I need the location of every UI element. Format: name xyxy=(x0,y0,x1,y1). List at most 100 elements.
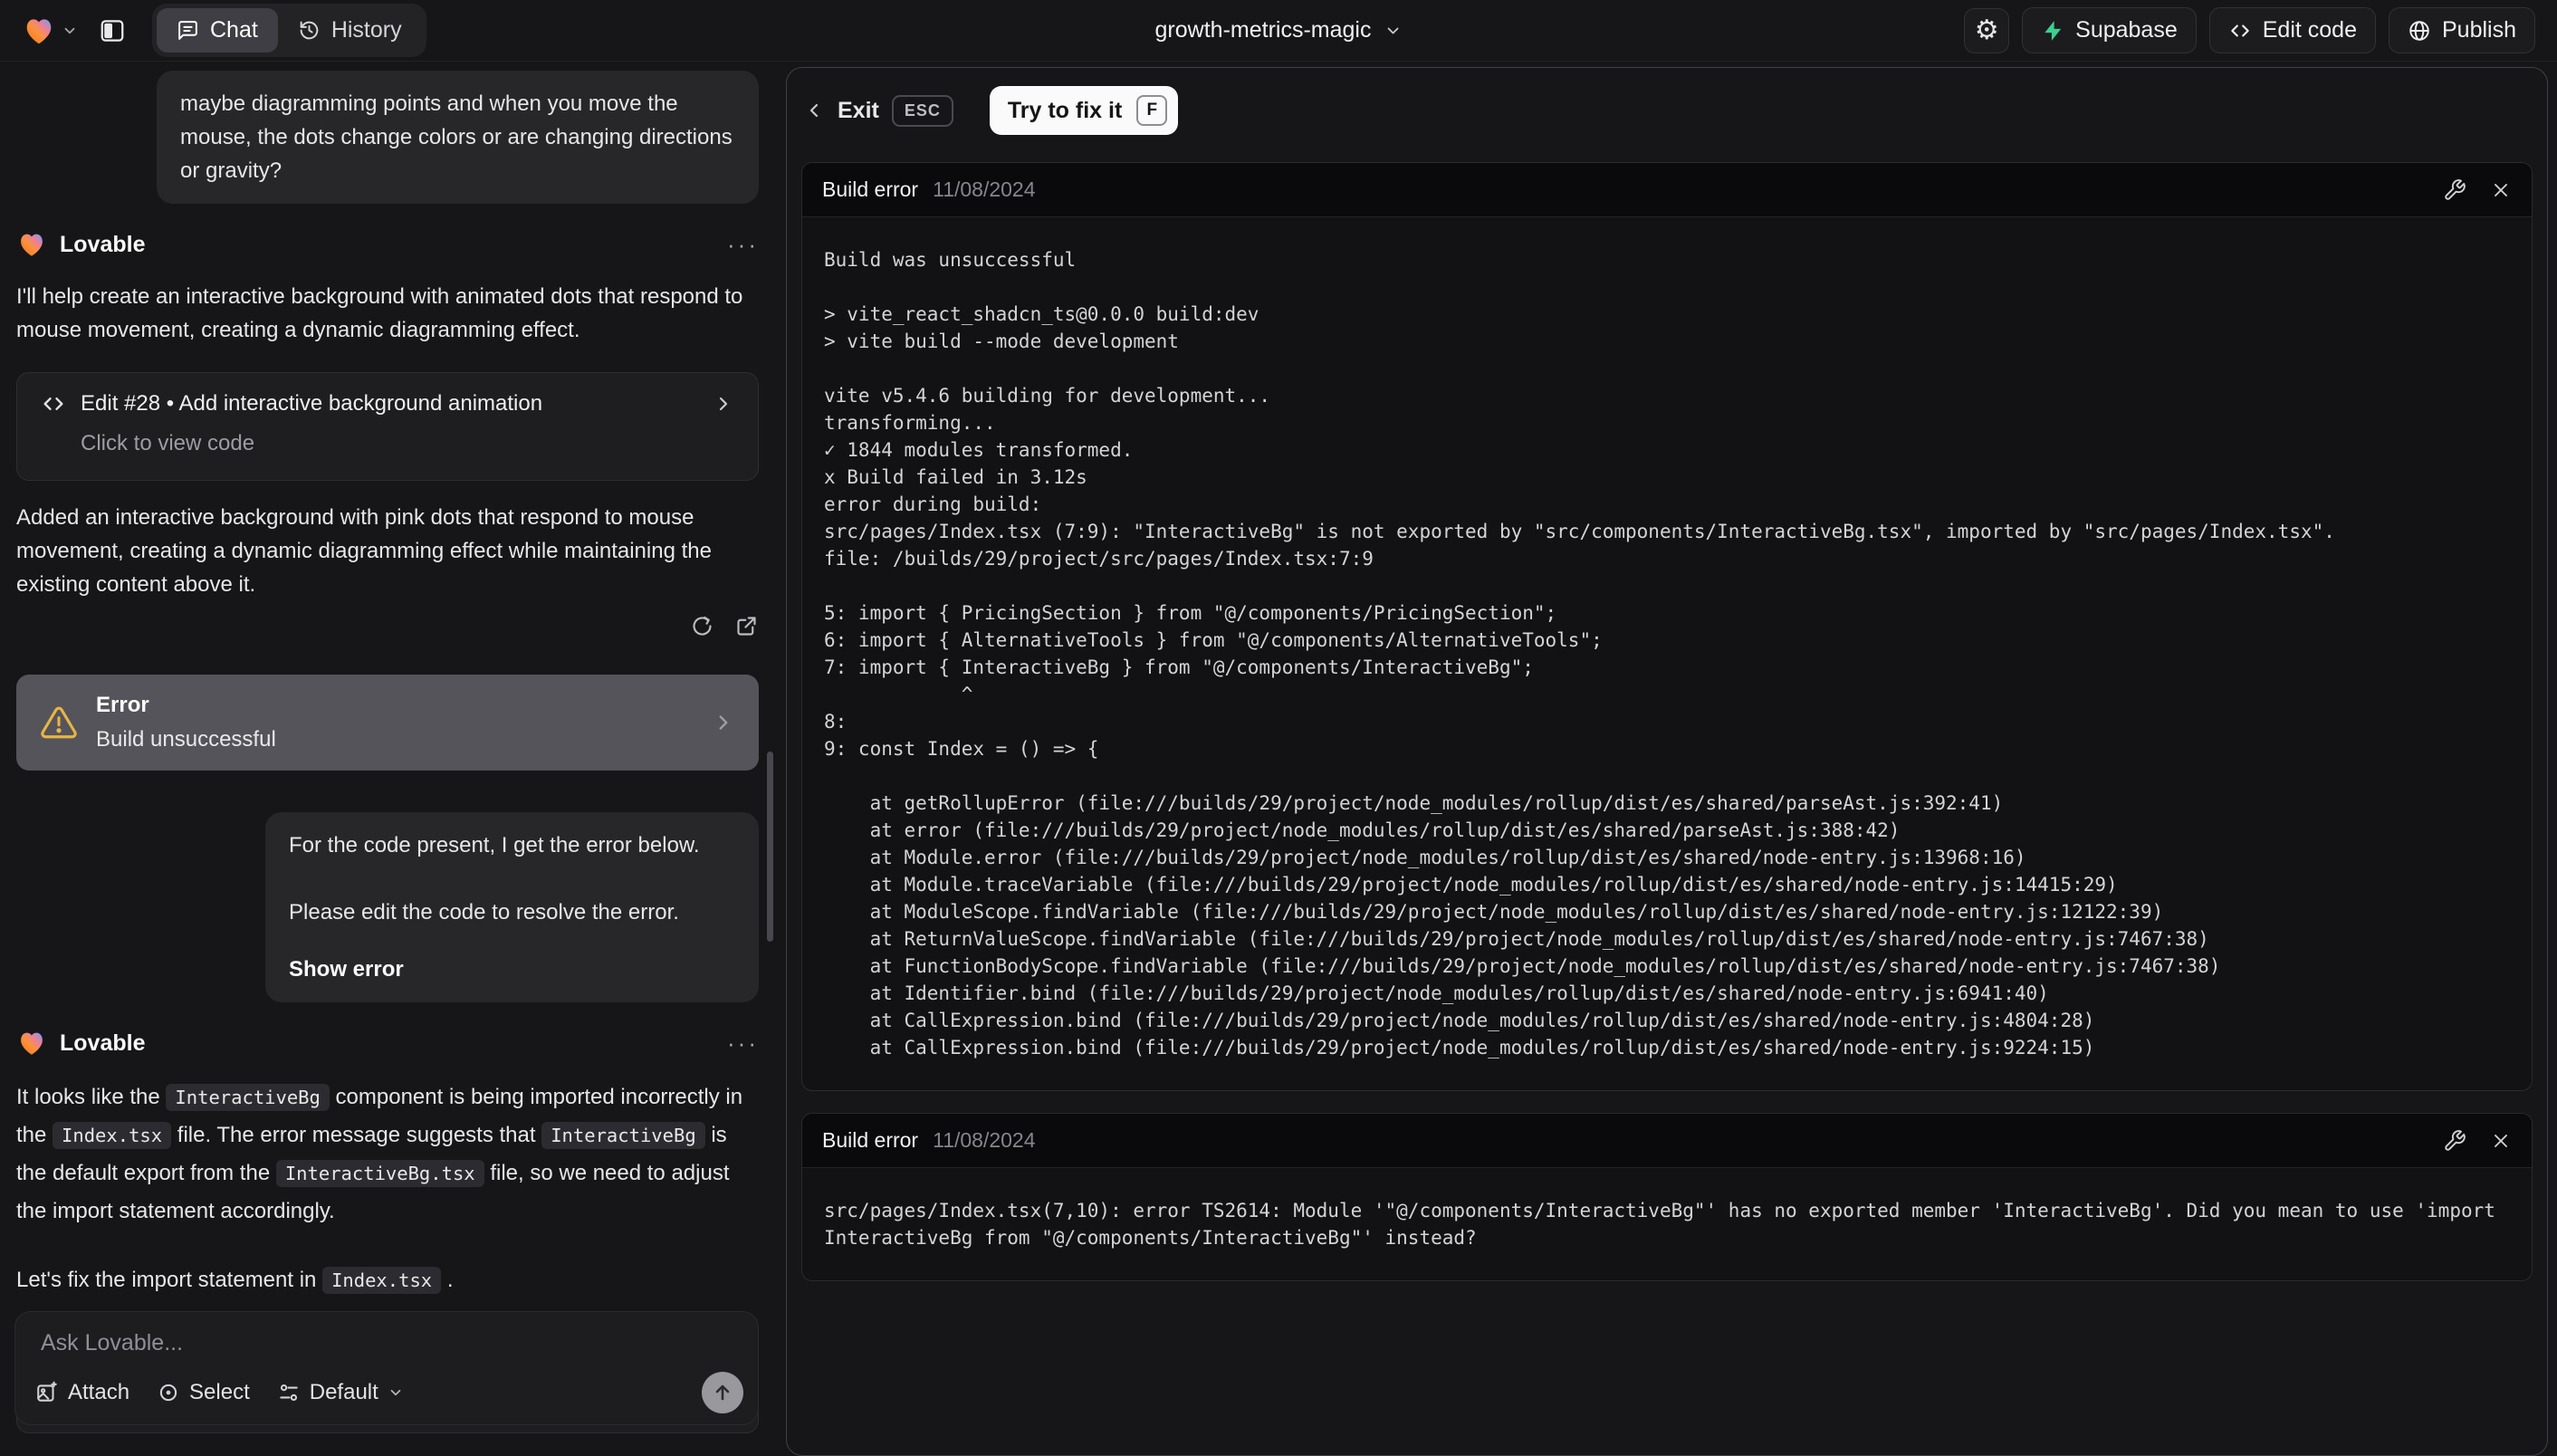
tab-history[interactable]: History xyxy=(278,8,422,53)
project-switcher[interactable]: growth-metrics-magic xyxy=(1155,0,1403,61)
build-error-date: 11/08/2024 xyxy=(933,177,1035,202)
chat-input[interactable] xyxy=(41,1330,733,1370)
error-banner-title: Error xyxy=(96,693,276,718)
target-icon xyxy=(157,1381,180,1404)
open-external-icon[interactable] xyxy=(734,614,759,638)
chat-scrollbar[interactable] xyxy=(767,752,773,942)
assistant-text-content: Let's fix the import statement in xyxy=(16,1268,322,1292)
error-banner[interactable]: Error Build unsuccessful xyxy=(16,675,759,771)
history-icon xyxy=(298,19,321,42)
chat-composer: Attach Select Default xyxy=(14,1311,759,1425)
supabase-label: Supabase xyxy=(2075,17,2178,43)
build-error-title: Build error xyxy=(822,177,918,202)
esc-key-badge: ESC xyxy=(892,95,953,127)
chevron-down-icon xyxy=(388,1384,404,1401)
restore-icon[interactable] xyxy=(690,614,714,638)
attach-button[interactable]: Attach xyxy=(35,1380,129,1405)
edit-code-label: Edit code xyxy=(2263,17,2357,43)
warning-triangle-icon xyxy=(40,704,78,742)
mode-selector[interactable]: Default xyxy=(277,1380,404,1405)
lovable-logo-menu[interactable] xyxy=(22,14,78,48)
try-to-fix-button[interactable]: Try to fix it F xyxy=(990,86,1178,135)
try-to-fix-label: Try to fix it xyxy=(1008,98,1122,124)
close-icon[interactable] xyxy=(2490,1130,2512,1152)
inline-code: InteractiveBg.tsx xyxy=(276,1160,484,1187)
assistant-text-content: . xyxy=(441,1268,453,1292)
close-icon[interactable] xyxy=(2490,179,2512,201)
image-attach-icon xyxy=(35,1381,59,1404)
message-more-button[interactable]: ··· xyxy=(727,231,759,259)
publish-button[interactable]: Publish xyxy=(2389,7,2535,53)
assistant-text: Added an interactive background with pin… xyxy=(16,501,750,601)
assistant-text-content: It looks like the xyxy=(16,1085,166,1109)
select-button[interactable]: Select xyxy=(157,1380,250,1405)
message-more-button[interactable]: ··· xyxy=(727,1030,759,1058)
f-key-badge: F xyxy=(1136,95,1167,126)
sliders-icon xyxy=(277,1381,301,1404)
user-message-text: Please edit the code to resolve the erro… xyxy=(289,896,735,929)
assistant-text: It looks like the InteractiveBg componen… xyxy=(16,1078,750,1231)
sidebar-toggle-button[interactable] xyxy=(91,9,134,53)
build-error-date: 11/08/2024 xyxy=(933,1128,1035,1153)
chevron-down-icon xyxy=(1384,22,1402,40)
lovable-avatar xyxy=(16,229,47,260)
code-brackets-icon xyxy=(2228,19,2252,43)
user-message: maybe diagramming points and when you mo… xyxy=(157,71,759,204)
mode-label: Default xyxy=(310,1380,378,1405)
edit-28-card[interactable]: Edit #28 • Add interactive background an… xyxy=(16,372,759,481)
globe-icon xyxy=(2408,19,2431,43)
select-label: Select xyxy=(189,1380,250,1405)
assistant-text: I'll help create an interactive backgrou… xyxy=(16,280,750,347)
build-error-log: src/pages/Index.tsx(7,10): error TS2614:… xyxy=(824,1197,2510,1251)
chat-panel: maybe diagramming points and when you mo… xyxy=(0,62,779,1434)
chevron-left-icon xyxy=(803,100,825,121)
preview-panel: Exit ESC Try to fix it F Build error 11/… xyxy=(786,67,2548,1456)
tab-chat-label: Chat xyxy=(210,17,258,43)
gear-icon: ⚙ xyxy=(1975,14,1999,46)
project-name: growth-metrics-magic xyxy=(1155,17,1372,43)
assistant-text-content: Added an interactive background with pin… xyxy=(16,505,712,597)
attach-label: Attach xyxy=(68,1380,129,1405)
settings-button[interactable]: ⚙ xyxy=(1964,8,2009,53)
chevron-right-icon xyxy=(712,711,735,734)
tab-history-label: History xyxy=(331,17,402,43)
edit-code-button[interactable]: Edit code xyxy=(2209,7,2376,53)
assistant-header: Lovable ··· xyxy=(16,229,759,260)
build-error-log: Build was unsuccessful > vite_react_shad… xyxy=(824,246,2510,1061)
build-error-panel-1: Build error 11/08/2024 Build was unsucce… xyxy=(801,162,2533,1091)
tab-chat[interactable]: Chat xyxy=(157,8,278,53)
assistant-text: Let's fix the import statement in Index.… xyxy=(16,1261,750,1299)
chevron-right-icon xyxy=(713,393,734,415)
build-error-panel-2: Build error 11/08/2024 src/pages/Index.t… xyxy=(801,1113,2533,1281)
edit-28-title: Edit #28 • Add interactive background an… xyxy=(81,391,542,417)
user-message-text: For the code present, I get the error be… xyxy=(289,829,735,862)
wrench-icon[interactable] xyxy=(2443,1129,2466,1153)
send-button[interactable] xyxy=(702,1372,743,1413)
wrench-icon[interactable] xyxy=(2443,178,2466,202)
chat-bubble-icon xyxy=(177,19,199,42)
arrow-up-icon xyxy=(712,1382,733,1403)
supabase-button[interactable]: Supabase xyxy=(2022,7,2197,53)
user-message: For the code present, I get the error be… xyxy=(265,812,759,1002)
supabase-icon xyxy=(2041,19,2064,43)
user-message-text: maybe diagramming points and when you mo… xyxy=(180,91,733,183)
message-actions xyxy=(16,614,759,638)
assistant-text-content: file. The error message suggests that xyxy=(171,1123,541,1147)
chat-history-switcher: Chat History xyxy=(152,4,426,57)
lovable-avatar xyxy=(16,1028,47,1058)
edit-28-subtitle: Click to view code xyxy=(81,431,734,456)
assistant-text-content: I'll help create an interactive backgrou… xyxy=(16,284,742,342)
exit-button[interactable]: Exit ESC xyxy=(803,95,953,127)
inline-code: Index.tsx xyxy=(322,1267,441,1294)
show-error-link[interactable]: Show error xyxy=(289,953,735,986)
build-error-title: Build error xyxy=(822,1128,918,1153)
lovable-heart-icon xyxy=(22,14,56,48)
assistant-header: Lovable ··· xyxy=(16,1028,759,1058)
error-banner-subtitle: Build unsuccessful xyxy=(96,727,276,752)
inline-code: InteractiveBg xyxy=(541,1122,704,1149)
assistant-name: Lovable xyxy=(60,1030,145,1057)
top-bar: Chat History growth-metrics-magic ⚙ Supa… xyxy=(0,0,2557,62)
assistant-name: Lovable xyxy=(60,232,145,258)
exit-label: Exit xyxy=(838,98,879,124)
chevron-down-icon xyxy=(62,23,78,39)
